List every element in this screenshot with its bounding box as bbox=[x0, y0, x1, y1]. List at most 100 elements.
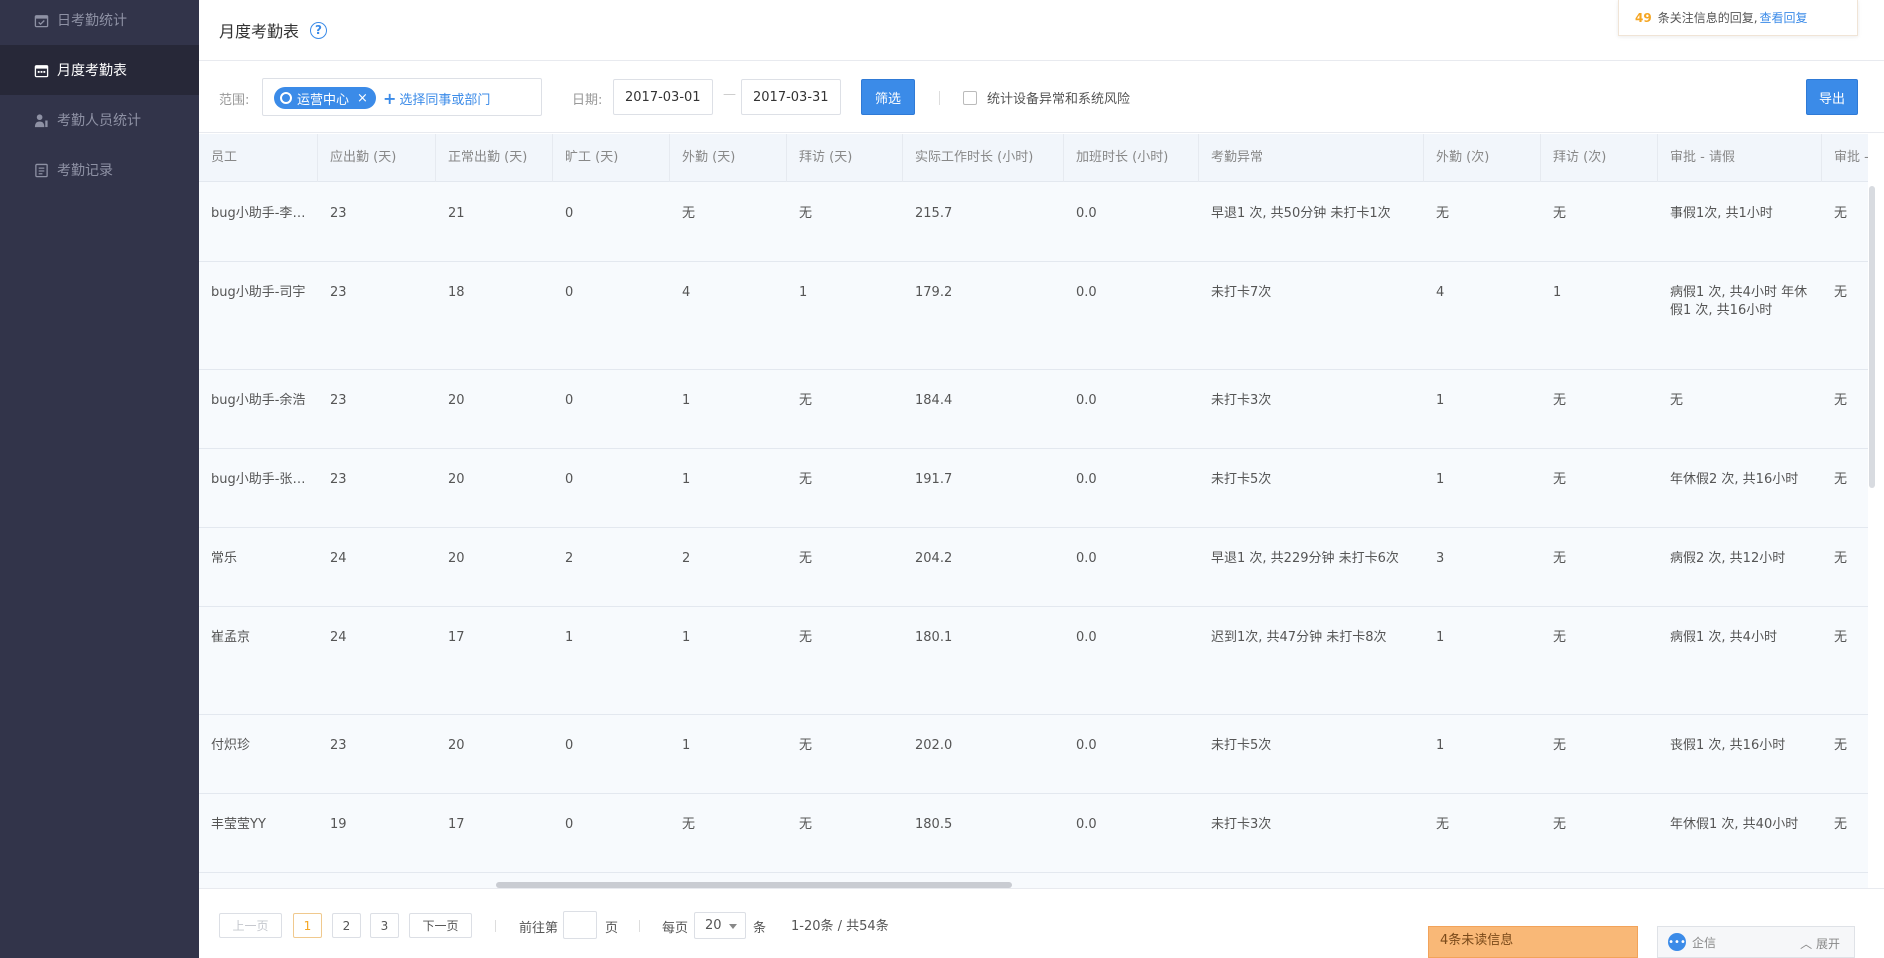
table-cell: 无 bbox=[1553, 738, 1567, 753]
table-cell: 未打卡3次 bbox=[1211, 817, 1272, 832]
table-cell: 无 bbox=[1553, 551, 1567, 566]
sidebar-item-label: 日考勤统计 bbox=[57, 13, 127, 29]
notice-text: 条关注信息的回复, bbox=[1657, 11, 1758, 25]
expand-button[interactable]: ︿ 展开 bbox=[1800, 935, 1840, 952]
table-cell: 202.0 bbox=[915, 738, 953, 753]
table-cell: 未打卡7次 bbox=[1211, 285, 1272, 300]
column-header[interactable]: 外勤 (次) bbox=[1424, 134, 1541, 182]
table-cell: 180.5 bbox=[915, 817, 953, 832]
table-cell: 崔孟京 bbox=[211, 630, 251, 645]
table-cell: bug小助手-司宇 bbox=[211, 285, 306, 300]
table-cell: 无 bbox=[1553, 206, 1567, 221]
column-header[interactable]: 拜访 (次) bbox=[1541, 134, 1658, 182]
sidebar-item-records[interactable]: 考勤记录 bbox=[0, 145, 199, 195]
table-cell: 180.1 bbox=[915, 630, 953, 645]
chevron-down-icon bbox=[729, 924, 737, 929]
column-header[interactable]: 旷工 (天) bbox=[553, 134, 670, 182]
table-row[interactable]: 常乐 24 20 2 2 无 204.2 0.0 早退1 次, 共229分钟 未打卡6次 3 无 病假… bbox=[199, 528, 1868, 607]
column-header[interactable]: 审批 - 请假 bbox=[1658, 134, 1822, 182]
sidebar: 日考勤统计 月度考勤表 考勤人员统计 考勤记录 bbox=[0, 0, 199, 958]
scope-tag[interactable]: 运营中心 × bbox=[274, 87, 376, 109]
table-cell: 无 bbox=[799, 551, 813, 566]
page-size-select[interactable]: 20 bbox=[694, 912, 746, 939]
column-header[interactable]: 审批 - bbox=[1822, 134, 1868, 182]
sidebar-item-staff-stats[interactable]: 考勤人员统计 bbox=[0, 95, 199, 145]
table-row[interactable]: bug小助手-余浩 23 20 0 1 无 184.4 0.0 未打卡3次 1 无 无 无 bbox=[199, 370, 1868, 449]
chat-label: 企信 bbox=[1692, 935, 1717, 950]
scope-tag-label: 运营中心 bbox=[297, 92, 350, 108]
pagination-summary: 1-20条 / 共54条 bbox=[791, 919, 889, 934]
help-icon[interactable]: ? bbox=[310, 21, 328, 39]
column-header[interactable]: 拜访 (天) bbox=[787, 134, 903, 182]
goto-page-input[interactable] bbox=[563, 911, 597, 939]
close-icon[interactable]: × bbox=[357, 91, 368, 106]
page-button[interactable]: 3 bbox=[370, 913, 399, 938]
table-cell: 常乐 bbox=[211, 551, 238, 566]
table-cell: 无 bbox=[1670, 393, 1684, 408]
unread-messages-bar[interactable]: 4条未读信息 bbox=[1428, 926, 1638, 958]
user-stats-icon bbox=[34, 113, 49, 128]
table-cell: 18 bbox=[448, 285, 465, 300]
device-risk-checkbox[interactable] bbox=[963, 91, 977, 105]
column-header[interactable]: 员工 bbox=[199, 134, 318, 182]
page-size-value: 20 bbox=[705, 918, 722, 933]
view-replies-link[interactable]: 查看回复 bbox=[1760, 9, 1808, 26]
main-panel: 月度考勤表 ? 49 条关注信息的回复, 查看回复 范围: 运营中心 × + 选… bbox=[199, 0, 1884, 958]
table-cell: 0.0 bbox=[1076, 393, 1097, 408]
filter-button[interactable]: 筛选 bbox=[861, 79, 915, 115]
expand-label: 展开 bbox=[1815, 937, 1840, 951]
next-page-button[interactable]: 下一页 bbox=[409, 913, 472, 938]
department-icon bbox=[280, 92, 292, 104]
table-cell: 无 bbox=[799, 472, 813, 487]
export-button[interactable]: 导出 bbox=[1806, 79, 1858, 115]
table-cell: 23 bbox=[330, 472, 347, 487]
column-header[interactable]: 考勤异常 bbox=[1199, 134, 1424, 182]
table-cell: 0.0 bbox=[1076, 206, 1097, 221]
sidebar-item-monthly-sheet[interactable]: 月度考勤表 bbox=[0, 45, 199, 95]
table-cell: 无 bbox=[1834, 551, 1848, 566]
table-row[interactable]: 丰莹莹YY 19 17 0 无 无 180.5 0.0 未打卡3次 无 无 年休假1 次, 共40小时… bbox=[199, 794, 1868, 873]
table-cell: 未打卡5次 bbox=[1211, 738, 1272, 753]
sidebar-item-daily-stats[interactable]: 日考勤统计 bbox=[0, 0, 199, 45]
table-cell: 24 bbox=[330, 551, 347, 566]
table-cell: 3 bbox=[1436, 551, 1445, 566]
column-header[interactable]: 应出勤 (天) bbox=[318, 134, 436, 182]
table-cell: 无 bbox=[799, 206, 813, 221]
table-row[interactable]: 崔孟京 24 17 1 1 无 180.1 0.0 迟到1次, 共47分钟 未打卡8次 1 无 病假1… bbox=[199, 607, 1868, 715]
divider bbox=[639, 920, 640, 932]
column-header[interactable]: 外勤 (天) bbox=[670, 134, 787, 182]
notice-count: 49 bbox=[1635, 10, 1652, 25]
table-row[interactable]: bug小助手-司宇 23 18 0 4 1 179.2 0.0 未打卡7次 4 1 病假1 次, 共4… bbox=[199, 262, 1868, 370]
table-cell: 1 bbox=[682, 738, 691, 753]
prev-page-button[interactable]: 上一页 bbox=[219, 913, 282, 938]
column-header[interactable]: 实际工作时长 (小时) bbox=[903, 134, 1064, 182]
vertical-scrollbar[interactable] bbox=[1869, 186, 1875, 488]
start-date-input[interactable] bbox=[613, 79, 713, 115]
column-header[interactable]: 正常出勤 (天) bbox=[436, 134, 553, 182]
page-button[interactable]: 1 bbox=[293, 913, 322, 938]
column-header[interactable]: 加班时长 (小时) bbox=[1064, 134, 1199, 182]
table-cell: bug小助手-李强... bbox=[211, 206, 318, 221]
add-colleague-button[interactable]: + 选择同事或部门 bbox=[383, 89, 490, 108]
table-cell: 20 bbox=[448, 393, 465, 408]
table-cell: 无 bbox=[799, 393, 813, 408]
sidebar-item-label: 考勤人员统计 bbox=[57, 113, 141, 129]
table-cell: 无 bbox=[1834, 817, 1848, 832]
page-button[interactable]: 2 bbox=[332, 913, 361, 938]
add-colleague-label: 选择同事或部门 bbox=[399, 93, 491, 108]
table-cell: 0.0 bbox=[1076, 551, 1097, 566]
scope-selector[interactable]: 运营中心 × + 选择同事或部门 bbox=[262, 78, 542, 116]
table-cell: 215.7 bbox=[915, 206, 953, 221]
table-cell: 1 bbox=[1436, 393, 1445, 408]
table-cell: 0 bbox=[565, 206, 574, 221]
table-cell: 事假1次, 共1小时 bbox=[1670, 206, 1773, 221]
table-cell: 无 bbox=[799, 738, 813, 753]
table-cell: 无 bbox=[1553, 393, 1567, 408]
table-cell: 1 bbox=[1553, 285, 1562, 300]
table-row[interactable]: bug小助手-李强... 23 21 0 无 无 215.7 0.0 早退1 次, 共50分钟 … bbox=[199, 183, 1868, 262]
table-row[interactable]: 付炽珍 23 20 0 1 无 202.0 0.0 未打卡5次 1 无 丧假1 次, 共16小时 无 bbox=[199, 715, 1868, 794]
table-row[interactable]: bug小助手-张智... 23 20 0 1 无 191.7 0.0 未打卡5次 1 无 年休假2 次… bbox=[199, 449, 1868, 528]
end-date-input[interactable] bbox=[741, 79, 841, 115]
chat-widget[interactable]: ••• 企信 ︿ 展开 bbox=[1657, 926, 1855, 958]
table-cell: 20 bbox=[448, 472, 465, 487]
